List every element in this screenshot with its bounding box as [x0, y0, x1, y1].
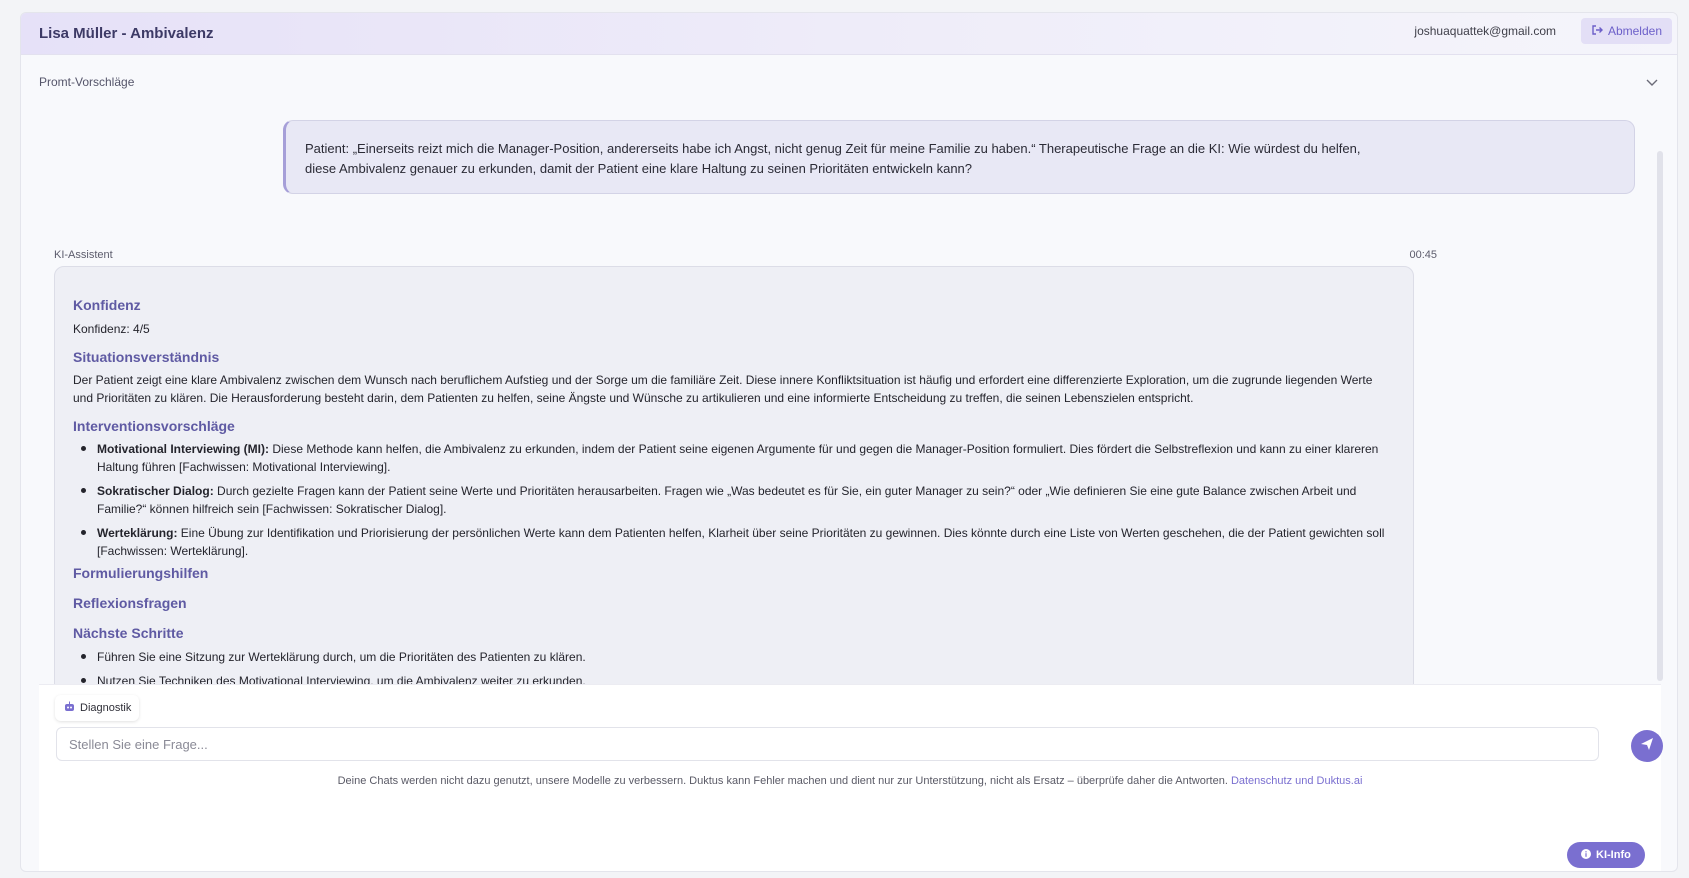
user-message-line: diese Ambivalenz genauer zu erkunden, da…	[305, 160, 973, 176]
message-timestamp: 00:45	[1409, 249, 1437, 261]
list-item-title: Sokratischer Dialog:	[97, 484, 214, 498]
section-heading-konfidenz: Konfidenz	[73, 297, 141, 313]
assistant-message-card: Konfidenz Konfidenz: 4/5 Situationsverst…	[54, 266, 1414, 696]
list-item: Sokratischer Dialog: Durch gezielte Frag…	[97, 482, 1387, 518]
list-item: Führen Sie eine Sitzung zur Werteklärung…	[97, 650, 586, 664]
list-item: Werteklärung: Eine Übung zur Identifikat…	[97, 524, 1387, 560]
list-item-title: Motivational Interviewing (MI):	[97, 442, 270, 456]
scrollbar[interactable]	[1657, 133, 1665, 689]
konfidenz-text: Konfidenz: 4/5	[73, 322, 150, 336]
privacy-link[interactable]: Datenschutz und Duktus.ai	[1231, 775, 1362, 787]
user-email: joshuaquattek@gmail.com	[1414, 24, 1556, 38]
robot-icon	[63, 700, 76, 716]
list-item-text: Durch gezielte Fragen kann der Patient s…	[97, 484, 1357, 516]
situation-text: Der Patient zeigt eine klare Ambivalenz …	[73, 373, 1373, 405]
send-icon	[1640, 737, 1654, 756]
list-bullet	[81, 530, 86, 535]
logout-label: Abmelden	[1607, 24, 1662, 38]
page-title: Lisa Müller - Ambivalenz	[39, 25, 214, 42]
send-button[interactable]	[1631, 730, 1663, 762]
chip-label: Diagnostik	[80, 702, 132, 714]
user-message-line: Patient: „Einerseits reizt mich die Mana…	[305, 141, 1361, 156]
list-item-text: Eine Übung zur Identifikation und Priori…	[97, 526, 1385, 558]
list-bullet	[81, 678, 86, 683]
top-bar: Lisa Müller - Ambivalenz joshuaquattek@g…	[21, 13, 1677, 55]
info-icon	[1581, 848, 1591, 862]
diagnostik-chip[interactable]: Diagnostik	[55, 695, 140, 721]
list-item: Motivational Interviewing (MI): Diese Me…	[97, 440, 1387, 476]
disclaimer-text: Deine Chats werden nicht dazu genutzt, u…	[337, 775, 1231, 787]
section-heading-interventions: Interventionsvorschläge	[73, 418, 235, 434]
section-heading-reflexion: Reflexionsfragen	[73, 595, 187, 611]
list-item-title: Werteklärung:	[97, 526, 178, 540]
logout-button[interactable]: Abmelden	[1580, 18, 1672, 44]
app-window: Lisa Müller - Ambivalenz joshuaquattek@g…	[20, 12, 1678, 872]
question-input[interactable]	[56, 727, 1599, 761]
list-bullet	[81, 446, 86, 451]
disclaimer: Deine Chats werden nicht dazu genutzt, u…	[39, 775, 1661, 787]
list-bullet	[81, 654, 86, 659]
logout-icon	[1591, 24, 1603, 39]
chevron-down-icon[interactable]	[1645, 75, 1659, 89]
user-message-bubble: Patient: „Einerseits reizt mich die Mana…	[283, 120, 1635, 194]
assistant-label: KI-Assistent	[54, 249, 113, 261]
ki-info-label: KI-Info	[1596, 849, 1631, 861]
section-heading-next-steps: Nächste Schritte	[73, 625, 184, 641]
ki-info-button[interactable]: KI-Info	[1567, 842, 1645, 868]
prompt-suggestions-toggle[interactable]: Promt-Vorschläge	[39, 75, 134, 89]
section-heading-formulierung: Formulierungshilfen	[73, 565, 209, 581]
composer: Diagnostik Deine Chats werden nicht dazu…	[39, 684, 1663, 871]
list-item-text: Diese Methode kann helfen, die Ambivalen…	[97, 442, 1379, 474]
section-heading-situation: Situationsverständnis	[73, 349, 220, 365]
list-bullet	[81, 488, 86, 493]
scrollbar-thumb[interactable]	[1657, 151, 1663, 681]
